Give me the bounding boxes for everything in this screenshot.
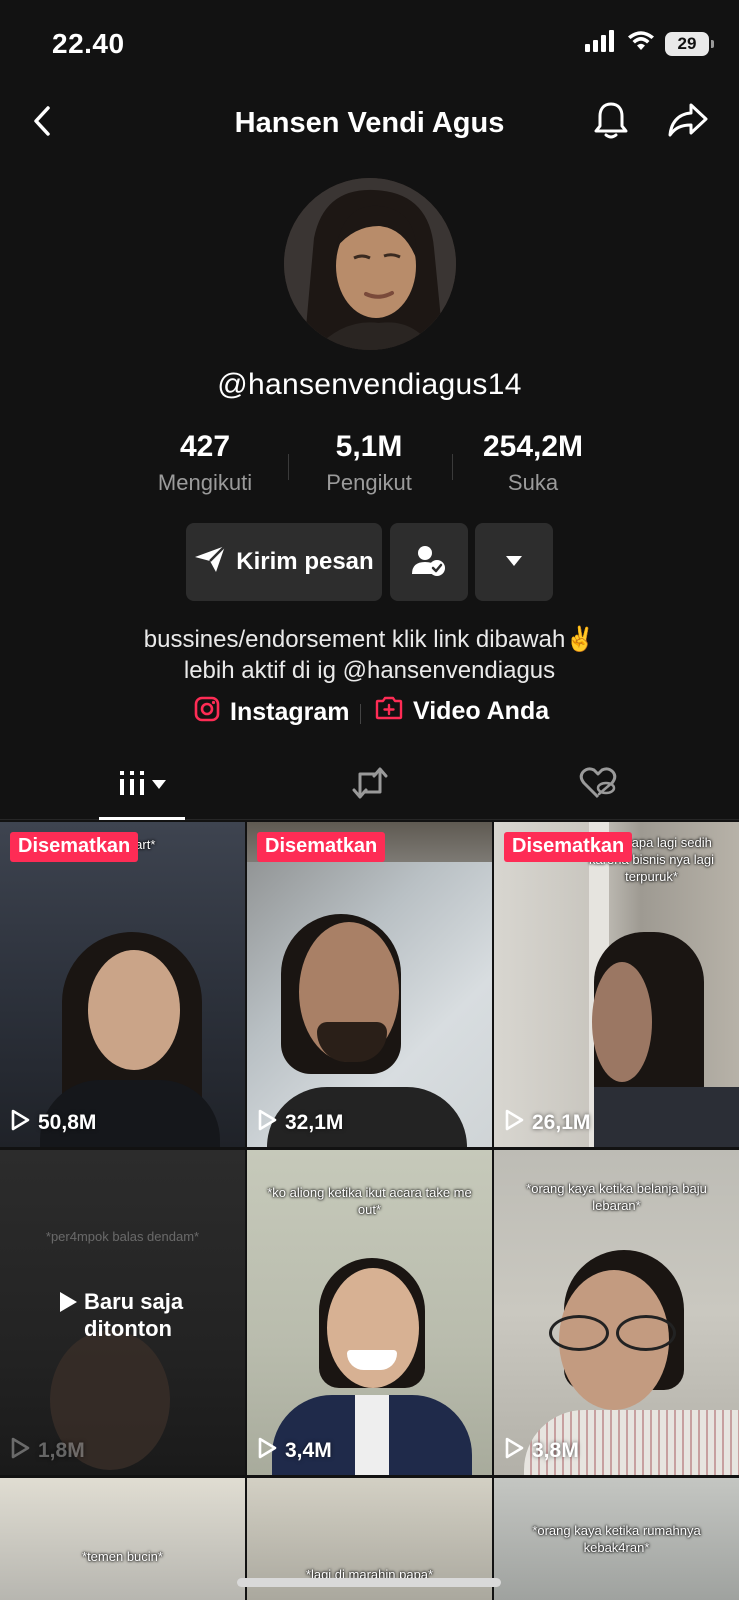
view-count: 50,8M [10,1109,96,1137]
send-message-button[interactable]: Kirim pesan [186,523,382,601]
view-count: 3,4M [257,1437,332,1465]
stat-followers-value: 5,1M [335,430,403,463]
paper-plane-icon [194,544,227,580]
bio-line: lebih aktif di ig @hansenvendiagus [183,657,556,684]
your-videos-link-label: Video Anda [413,697,550,725]
bell-icon [593,100,629,145]
suggested-accounts-button[interactable] [475,523,553,601]
video-thumbnail[interactable]: di alfamart* Disematkan 50,8M [0,822,245,1147]
video-caption: *per4mpok balas dendam* [45,1229,200,1244]
view-count: 32,1M [257,1109,343,1137]
video-thumbnail[interactable]: *saat papa lagi sedih karena bisnis nya … [494,822,739,1147]
signal-icon [585,30,617,57]
instagram-icon [194,696,220,729]
view-count-value: 32,1M [285,1111,344,1134]
bio-line: bussines/endorsement klik link dibawah✌️ [143,626,596,653]
play-outline-icon [257,1437,277,1465]
instagram-link[interactable]: Instagram [194,696,349,729]
just-watched-overlay: Baru saja ditonton [58,1288,194,1342]
pinned-badge: Disematkan [257,832,386,862]
stat-followers-label: Pengikut [326,470,412,495]
view-count: 1,8M [10,1437,85,1465]
your-videos-link[interactable]: Video Anda [375,696,549,727]
video-thumbnail[interactable]: *temen bucin* [0,1478,245,1600]
tab-liked-private[interactable] [558,750,638,820]
tab-videos[interactable] [99,750,185,820]
play-outline-icon [257,1109,277,1137]
link-divider [360,704,361,724]
send-message-label: Kirim pesan [236,548,374,575]
battery-icon: 29 [665,31,714,56]
stat-likes-value: 254,2M [482,430,584,463]
add-video-icon [375,696,403,727]
instagram-link-label: Instagram [230,698,350,726]
status-time: 22.40 [52,28,125,59]
video-thumbnail[interactable]: *ko aliong ketika ikut acara take me out… [247,1150,492,1475]
just-watched-label: Baru saja ditonton [84,1289,184,1341]
stat-following-value: 427 [179,430,231,463]
play-outline-icon [504,1437,524,1465]
play-outline-icon [504,1109,524,1137]
notification-button[interactable] [588,99,634,145]
video-thumbnail[interactable]: Disematkan 32,1M [247,822,492,1147]
stat-followers[interactable]: 5,1M Pengikut [289,430,449,496]
caret-down-icon [152,776,166,794]
video-caption: *ko aliong ketika ikut acara take me out… [267,1185,472,1217]
video-caption: *orang kaya ketika rumahnya kebak4ran* [532,1523,701,1555]
view-count-value: 3,8M [532,1439,579,1462]
profile-header: Hansen Vendi Agus [0,95,739,155]
caret-down-icon [506,553,522,571]
play-outline-icon [10,1437,30,1465]
view-count: 3,8M [504,1437,579,1465]
pinned-badge: Disematkan [10,832,139,862]
play-filled-icon [58,1288,78,1319]
share-arrow-icon [667,102,709,143]
video-thumbnail[interactable]: *per4mpok balas dendam* Baru saja ditont… [0,1150,245,1475]
video-caption: *orang kaya ketika belanja baju lebaran* [526,1181,707,1213]
active-tab-indicator [99,817,185,820]
view-count-value: 50,8M [38,1111,97,1134]
view-count-value: 26,1M [532,1111,591,1134]
repost-icon [352,766,388,805]
following-status-button[interactable] [390,523,468,601]
video-caption: *temen bucin* [82,1549,163,1564]
profile-stats: 427 Mengikuti 5,1M Pengikut 254,2M Suka [0,430,739,510]
heart-hidden-icon [579,766,617,805]
share-button[interactable] [664,99,712,145]
status-bar: 22.40 29 [0,0,739,90]
video-grid: di alfamart* Disematkan 50,8M Disematkan… [0,822,739,1600]
stat-following[interactable]: 427 Mengikuti [125,430,285,496]
user-check-icon [412,544,446,581]
pinned-badge: Disematkan [504,832,633,862]
view-count: 26,1M [504,1109,590,1137]
profile-bio: bussines/endorsement klik link dibawah✌️… [0,624,739,686]
home-indicator[interactable] [237,1578,501,1587]
content-tabs [0,750,739,820]
video-thumbnail[interactable]: *orang kaya ketika rumahnya kebak4ran* [494,1478,739,1600]
profile-links: Instagram Video Anda [0,696,739,730]
view-count-value: 3,4M [285,1439,332,1462]
profile-username: @hansenvendiagus14 [217,368,522,401]
status-icons: 29 [585,30,714,57]
wifi-icon [627,30,655,57]
grid-icon [118,769,146,802]
stat-likes-label: Suka [507,470,559,495]
tab-reposts[interactable] [330,750,410,820]
stat-likes[interactable]: 254,2M Suka [453,430,613,496]
stat-following-label: Mengikuti [157,470,253,495]
avatar[interactable] [284,178,456,350]
video-thumbnail[interactable]: *orang kaya ketika belanja baju lebaran*… [494,1150,739,1475]
play-outline-icon [10,1109,30,1137]
view-count-value: 1,8M [38,1439,85,1462]
